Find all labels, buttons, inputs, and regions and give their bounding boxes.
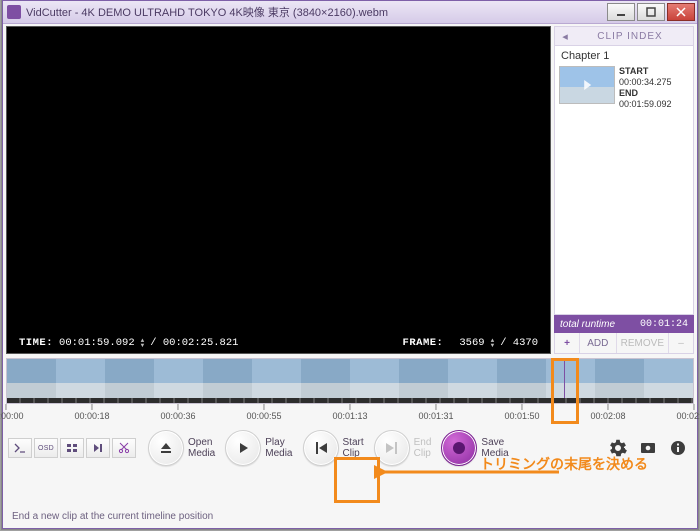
- time-frame-bar: TIME: 00:01:59.092 ▲▼ / 00:02:25.821 FRA…: [7, 333, 550, 353]
- start-clip-button[interactable]: StartClip: [303, 430, 364, 466]
- record-icon: [441, 430, 477, 466]
- time-total: / 00:02:25.821: [150, 337, 238, 349]
- clip-end-label: END: [619, 88, 638, 98]
- mini-toolbar: OSD: [6, 438, 138, 458]
- runtime-label: total runtime: [560, 319, 615, 330]
- clip-thumbnail: [559, 66, 615, 104]
- ruler-tick: 00:01:13: [332, 404, 367, 421]
- app-window: VidCutter - 4K DEMO ULTRAHD TOKYO 4K映像 東…: [2, 0, 698, 529]
- cut-button[interactable]: [112, 438, 136, 458]
- ruler-tick: 00:00:00: [0, 404, 24, 421]
- total-runtime-bar: total runtime 00:01:24: [554, 315, 694, 333]
- runtime-value: 00:01:24: [640, 319, 688, 330]
- timeline-ruler[interactable]: 00:00:0000:00:1800:00:3600:00:5500:01:13…: [6, 404, 694, 426]
- app-icon: [7, 5, 21, 19]
- status-bar-text: End a new clip at the current timeline p…: [12, 511, 213, 522]
- clip-index-title: CLIP INDEX: [571, 31, 689, 42]
- remove-clip-minus-button: –: [669, 333, 693, 353]
- clip-start-icon: [303, 430, 339, 466]
- end-clip-button[interactable]: EndClip: [374, 430, 432, 466]
- ruler-tick: 00:01:50: [504, 404, 539, 421]
- console-button[interactable]: [8, 438, 32, 458]
- media-info-button[interactable]: [638, 438, 658, 458]
- maximize-button[interactable]: [637, 3, 665, 21]
- time-spinner[interactable]: ▲▼: [141, 338, 145, 348]
- chapter-label: Chapter 1: [555, 46, 693, 64]
- playhead[interactable]: [564, 358, 565, 404]
- clip-add-remove-row: + ADD REMOVE –: [554, 333, 694, 354]
- frame-total: / 4370: [500, 337, 538, 349]
- play-media-button[interactable]: PlayMedia: [225, 430, 292, 466]
- add-clip-plus-button[interactable]: +: [555, 333, 580, 353]
- time-label: TIME:: [19, 337, 53, 349]
- frame-label: FRAME:: [403, 337, 444, 349]
- ruler-tick: 00:00:55: [246, 404, 281, 421]
- ruler-tick: 00:02:08: [590, 404, 625, 421]
- titlebar: VidCutter - 4K DEMO ULTRAHD TOKYO 4K映像 東…: [3, 1, 697, 24]
- collapse-icon[interactable]: ◂: [559, 30, 571, 43]
- save-media-button[interactable]: SaveMedia: [441, 430, 508, 466]
- ruler-tick: 00:00:18: [74, 404, 109, 421]
- remove-clip-button: REMOVE: [617, 333, 669, 353]
- add-clip-button[interactable]: ADD: [580, 333, 617, 353]
- clip-start-label: START: [619, 66, 648, 76]
- clip-end-icon: [374, 430, 410, 466]
- close-button[interactable]: [667, 3, 695, 21]
- video-preview[interactable]: TIME: 00:01:59.092 ▲▼ / 00:02:25.821 FRA…: [6, 26, 551, 354]
- time-current[interactable]: 00:01:59.092: [59, 337, 135, 349]
- ruler-tick: 00:01:31: [418, 404, 453, 421]
- clip-list[interactable]: Chapter 1 START 00:00:34.275 END 00:01:5…: [554, 46, 694, 315]
- ruler-tick: 00:02:14: [676, 404, 700, 421]
- clip-start-time: 00:00:34.275: [619, 77, 672, 87]
- play-icon: [225, 430, 261, 466]
- osd-button[interactable]: OSD: [34, 438, 58, 458]
- window-title: VidCutter - 4K DEMO ULTRAHD TOKYO 4K映像 東…: [26, 4, 605, 20]
- minimize-button[interactable]: [607, 3, 635, 21]
- timeline-filmstrip[interactable]: [6, 358, 694, 404]
- clip-info: START 00:00:34.275 END 00:01:59.092: [619, 66, 672, 110]
- eject-icon: [148, 430, 184, 466]
- clip-item[interactable]: START 00:00:34.275 END 00:01:59.092: [555, 64, 693, 112]
- about-button[interactable]: [668, 438, 688, 458]
- clip-index-header: ◂ CLIP INDEX: [554, 26, 694, 46]
- open-media-button[interactable]: OpenMedia: [148, 430, 215, 466]
- frame-spinner[interactable]: ▲▼: [491, 338, 495, 348]
- thumbnails-button[interactable]: [60, 438, 84, 458]
- controls-row: OSD OpenMedia PlayMedia StartClip EndCli…: [6, 428, 694, 468]
- clip-end-time: 00:01:59.092: [619, 99, 672, 109]
- clip-index-panel: ◂ CLIP INDEX Chapter 1 START 00:00:34.27…: [554, 26, 694, 354]
- frame-current[interactable]: 3569: [459, 337, 484, 349]
- settings-button[interactable]: [608, 438, 628, 458]
- ruler-tick: 00:00:36: [160, 404, 195, 421]
- skip-end-button[interactable]: [86, 438, 110, 458]
